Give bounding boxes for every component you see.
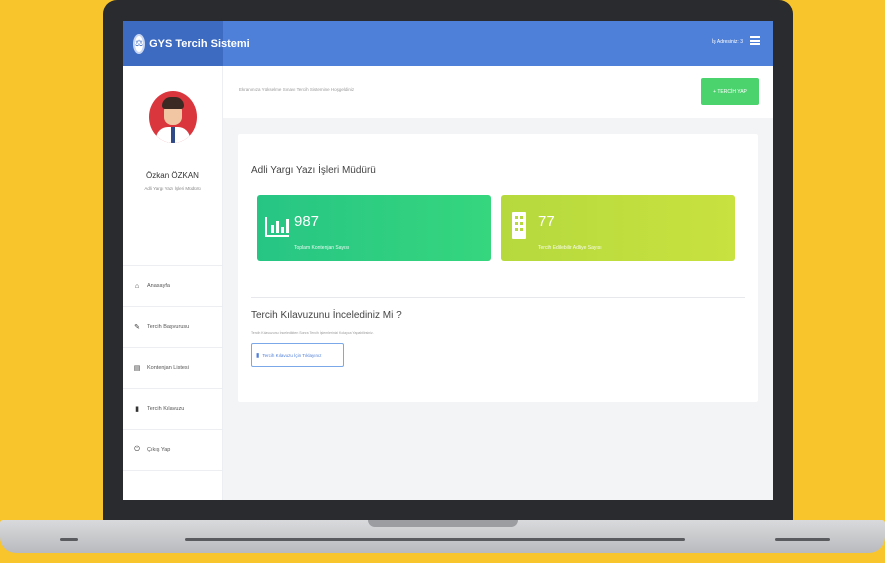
book-icon: ▮ (135, 406, 139, 413)
power-icon: ⏻ (134, 446, 140, 453)
list-icon: ▤ (133, 365, 141, 372)
header-bar: Ekranınıza Yükselme Sınavı Tercih Sistem… (223, 66, 773, 118)
brand-title: GYS Tercih Sistemi (149, 37, 250, 50)
stat-label: Toplam Kontenjan Sayısı (294, 245, 350, 251)
brand[interactable]: ⚖ GYS Tercih Sistemi (123, 21, 250, 66)
brand-logo-icon: ⚖ (133, 33, 146, 54)
stat-total-quota[interactable]: 987 Toplam Kontenjan Sayısı (257, 195, 491, 261)
home-icon: ⌂ (134, 282, 140, 290)
sidebar-item-anasayfa[interactable]: ⌂ Anasayfa (123, 266, 222, 307)
hamburger-menu-icon[interactable] (750, 36, 760, 45)
top-bar: ⚖ GYS Tercih Sistemi İş Adresiniz: 3 (123, 21, 773, 66)
sidebar-item-label: Tercih Başvurusu (147, 324, 190, 330)
stat-value: 987 (294, 213, 320, 230)
sidebar-item-label: Tercih Kılavuzu (147, 406, 185, 412)
sidebar-item-kontenjan-listesi[interactable]: ▤ Kontenjan Listesi (123, 348, 222, 389)
sidebar-item-tercih-basvurusu[interactable]: ✎ Tercih Başvurusu (123, 307, 222, 348)
card-title: Adli Yargı Yazı İşleri Müdürü (251, 165, 376, 176)
sidebar-item-cikis-yap[interactable]: ⏻ Çıkış Yap (123, 430, 222, 471)
stat-value: 77 (538, 213, 555, 230)
sidebar-item-tercih-kilavuzu[interactable]: ▮ Tercih Kılavuzu (123, 389, 222, 430)
edit-icon: ✎ (134, 324, 140, 331)
laptop-base (0, 520, 885, 553)
divider (251, 297, 745, 298)
bar-chart-icon (265, 217, 289, 237)
building-icon (512, 212, 526, 239)
guide-button-label: Tercih Kılavuzu İçin Tıklayınız (262, 352, 322, 358)
profile-title: Adli Yargı Yazı İşleri Müdürü (144, 186, 201, 191)
stat-label: Tercih Edilebilir Adliye Sayısı (538, 245, 602, 251)
sidebar-item-label: Kontenjan Listesi (147, 365, 189, 371)
sidebar-item-label: Çıkış Yap (147, 447, 171, 453)
profile-name: Özkan ÖZKAN (146, 171, 199, 180)
user-label: İş Adresiniz: 3 (711, 39, 743, 45)
avatar (148, 91, 197, 143)
screen: ⚖ GYS Tercih Sistemi İş Adresiniz: 3 Özk… (123, 21, 773, 500)
guide-button[interactable]: ▮ Tercih Kılavuzu İçin Tıklayınız (251, 343, 344, 367)
book-icon: ▮ (256, 352, 260, 359)
tercih-yap-button[interactable]: + TERCİH YAP (701, 78, 759, 105)
guide-text: Tercih Kılavuzunu İnceledikten Sonra Ter… (251, 331, 374, 335)
sidebar-item-label: Anasayfa (147, 283, 170, 289)
stat-courthouse-count[interactable]: 77 Tercih Edilebilir Adliye Sayısı (501, 195, 735, 261)
dashboard-card: Adli Yargı Yazı İşleri Müdürü 987 Toplam… (238, 134, 758, 402)
main-content: Ekranınıza Yükselme Sınavı Tercih Sistem… (223, 66, 773, 500)
profile: Özkan ÖZKAN Adli Yargı Yazı İşleri Müdür… (123, 91, 222, 266)
welcome-text: Ekranınıza Yükselme Sınavı Tercih Sistem… (239, 87, 355, 92)
sidebar-nav: ⌂ Anasayfa ✎ Tercih Başvurusu ▤ Kontenja… (123, 266, 222, 471)
sidebar: Özkan ÖZKAN Adli Yargı Yazı İşleri Müdür… (123, 66, 223, 500)
guide-title: Tercih Kılavuzunu İncelediniz Mi ? (251, 310, 402, 321)
